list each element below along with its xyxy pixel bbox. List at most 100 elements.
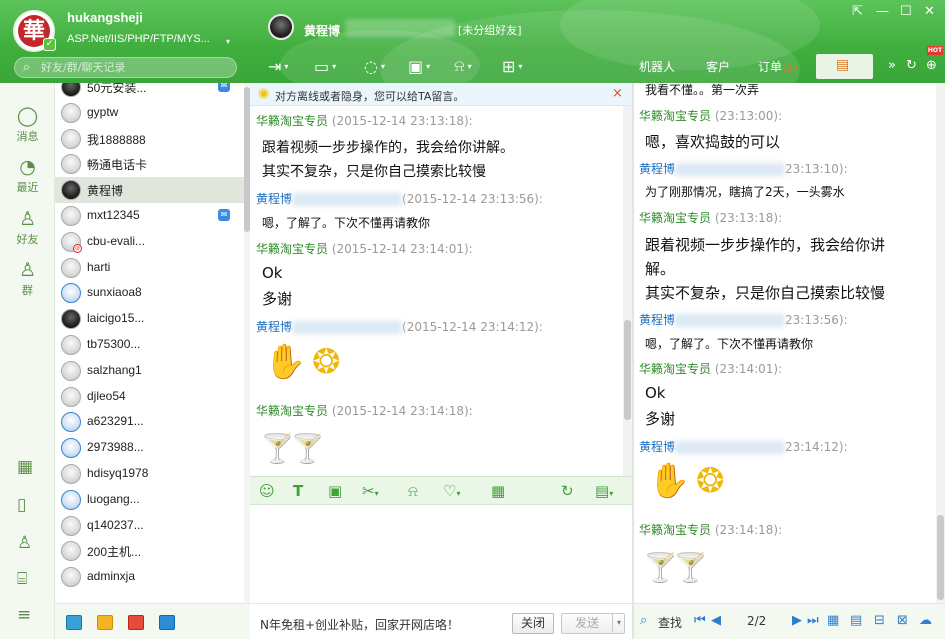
mail-icon[interactable]: ✉ — [218, 83, 230, 92]
chat-scroll-thumb[interactable] — [624, 320, 631, 420]
contact-item[interactable]: ⊘ cbu-evali... — [55, 229, 244, 255]
contact-item[interactable]: 黄程博 — [55, 177, 244, 204]
contact-item[interactable]: luogang... — [55, 487, 244, 513]
search-input[interactable] — [41, 59, 231, 76]
user-signature[interactable]: ASP.Net/IIS/PHP/FTP/MYS... — [67, 33, 210, 45]
chevron-down-icon[interactable]: ▾ — [612, 613, 625, 632]
close-button[interactable]: 关闭 — [512, 613, 554, 634]
history-search-label[interactable]: 查找 — [658, 614, 682, 631]
screenshot-scissors-icon[interactable]: ✂▾ — [362, 482, 379, 500]
lightbulb-icon: ◉ — [258, 86, 270, 101]
contact-item[interactable]: hdisyq1978 — [55, 461, 244, 487]
app-icon-4[interactable] — [159, 615, 175, 630]
last-page-icon[interactable]: ⏭ — [807, 613, 819, 628]
plus-icon[interactable]: ⊕ — [926, 58, 937, 73]
close-icon[interactable]: ✕ — [924, 4, 935, 19]
add-app-button[interactable]: ⊞ ▾ — [502, 55, 522, 77]
redacted-text — [292, 321, 403, 334]
heart-icon[interactable]: ♡▾ — [443, 482, 460, 500]
chat-contact-avatar[interactable] — [268, 14, 294, 40]
contact-item[interactable]: 畅通电话卡 — [55, 151, 244, 177]
tab-robot[interactable]: 机器人 — [639, 58, 675, 75]
delete-icon[interactable]: ⊠ — [897, 613, 908, 628]
app-icon-2[interactable] — [97, 615, 113, 630]
font-icon[interactable]: T — [293, 482, 303, 500]
calculator-icon[interactable]: ▦ — [491, 482, 505, 500]
pin-icon[interactable]: ⇱ — [852, 4, 863, 19]
more-tabs-icon[interactable]: » — [888, 58, 896, 73]
inbox-icon[interactable]: ⌸ — [17, 569, 27, 589]
apps-grid-icon[interactable]: ▦ — [17, 457, 33, 477]
ad-text[interactable]: N年免租+创业补贴，回家开网店咯！ — [260, 616, 459, 633]
contact-item[interactable]: salzhang1 — [55, 358, 244, 384]
nav-groups[interactable]: ♙ 群 — [0, 259, 55, 298]
file-transfer-button[interactable]: ⇥ ▾ — [268, 55, 288, 77]
mobile-icon[interactable]: ▯ — [17, 495, 26, 515]
user-settings-icon[interactable]: ♙ — [17, 533, 32, 553]
export-icon[interactable]: ⊟ — [874, 613, 885, 628]
contact-list[interactable]: 50元安装... ✉ gyptw 我1888888 畅通电话卡 黄程博 mxt12345 ✉ ⊘… — [55, 83, 244, 603]
search-icon[interactable]: ⌕ — [640, 613, 647, 628]
app-icon-1[interactable] — [66, 615, 82, 630]
refresh-icon[interactable]: ↻ — [906, 58, 917, 73]
chat-scrollbar[interactable] — [623, 106, 632, 476]
sender-name: 华籁淘宝专员 — [256, 114, 329, 128]
nav-recent[interactable]: ◔ 最近 — [0, 156, 55, 195]
shake-icon[interactable]: ⍾ — [408, 482, 418, 500]
calendar-icon[interactable]: ▦ — [827, 613, 839, 628]
cloud-icon[interactable]: ☁ — [919, 613, 932, 628]
contact-item[interactable]: mxt12345 ✉ — [55, 203, 244, 229]
first-page-icon[interactable]: ⏮ — [694, 613, 706, 628]
contact-item[interactable]: 2973988... — [55, 435, 244, 461]
contact-item[interactable]: harti — [55, 255, 244, 281]
contact-item[interactable]: gyptw — [55, 100, 244, 126]
contact-item[interactable]: q140237... — [55, 513, 244, 539]
send-label: 发送 — [574, 616, 599, 630]
message-icon: ◯ — [16, 105, 39, 127]
tab-notes[interactable]: ▤ — [816, 54, 873, 79]
minimize-icon[interactable]: — — [876, 4, 889, 19]
nav-messages[interactable]: ◯ 消息 — [0, 105, 55, 144]
image-icon[interactable]: ▣ — [328, 482, 342, 500]
shop-icon[interactable] — [128, 615, 144, 630]
quick-reply-icon[interactable]: ↻ — [561, 482, 574, 500]
remote-desktop-button[interactable]: ▣ ▾ — [408, 55, 430, 77]
contact-item[interactable]: sunxiaoa8 — [55, 280, 244, 306]
maximize-icon[interactable]: ☐ — [900, 4, 912, 19]
video-call-button[interactable]: ▭ ▾ — [314, 55, 336, 77]
chat-messages[interactable]: 华籁淘宝专员 (2015-12-14 23:13:18): 跟着视频一步步操作的… — [250, 106, 623, 476]
contact-item[interactable]: adminxja — [55, 564, 244, 590]
list-icon[interactable]: ▤ — [850, 613, 862, 628]
next-page-icon[interactable]: ▶ — [792, 613, 802, 628]
menu-icon[interactable]: ≡ — [17, 605, 31, 625]
message-header: 华籁淘宝专员 (2015-12-14 23:14:18): — [256, 402, 473, 419]
user-avatar[interactable]: 華 ✓ — [13, 10, 56, 52]
chat-options-button[interactable]: ◌ ▾ — [364, 55, 385, 77]
contact-item[interactable]: 200主机... — [55, 538, 244, 564]
message-history[interactable]: 我看不懂。。第一次弄 华籁淘宝专员 (23:13:00): 嗯，喜欢捣鼓的可以 … — [634, 83, 936, 603]
emoji-icon[interactable]: ☺ — [259, 482, 275, 500]
search-box[interactable]: ⌕ — [14, 57, 237, 78]
contact-item[interactable]: tb75300... — [55, 332, 244, 358]
message-history-icon[interactable]: ▤▾ — [595, 482, 613, 500]
mail-icon[interactable]: ✉ — [218, 209, 230, 221]
history-message-text: Ok — [645, 384, 666, 402]
contact-item[interactable]: 50元安装... ✉ — [55, 83, 244, 100]
close-icon[interactable]: × — [612, 86, 623, 101]
history-message-text: 其实不复杂，只是你自己摸索比较慢 — [645, 284, 886, 302]
tab-order[interactable]: 订单(2) — [758, 58, 798, 75]
contact-item[interactable]: djleo54 — [55, 384, 244, 410]
contact-avatar — [61, 360, 81, 381]
alarm-button[interactable]: ⍾ ▾ — [454, 55, 472, 77]
nav-friends[interactable]: ♙ 好友 — [0, 208, 55, 247]
message-input[interactable] — [250, 505, 632, 603]
history-scroll-thumb[interactable] — [937, 515, 944, 600]
contact-item[interactable]: a623291... — [55, 409, 244, 435]
prev-page-icon[interactable]: ◀ — [711, 613, 721, 628]
send-button[interactable]: 发送 ▾ — [561, 613, 625, 634]
sender-name: 黄程博 — [256, 320, 293, 334]
chevron-down-icon[interactable]: ▾ — [226, 37, 230, 46]
contact-item[interactable]: 我1888888 — [55, 126, 244, 152]
contact-item[interactable]: laicigo15... — [55, 306, 244, 332]
tab-customer[interactable]: 客户 — [706, 58, 730, 75]
